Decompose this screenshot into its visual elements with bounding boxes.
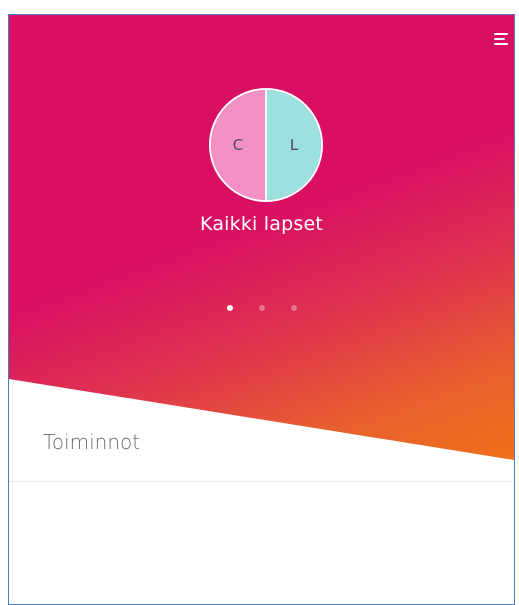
carousel-dot-1[interactable] (226, 305, 233, 311)
menu-line (494, 33, 508, 35)
menu-line (494, 43, 508, 45)
hamburger-menu-icon[interactable] (494, 33, 508, 45)
hero-banner (9, 15, 514, 460)
section-title: Toiminnot (43, 430, 141, 454)
carousel-dot-3[interactable] (290, 305, 297, 311)
divider (9, 481, 514, 482)
hero-title: Kaikki lapset (200, 213, 323, 235)
app-frame: C L Kaikki lapset Toiminnot (8, 14, 515, 605)
carousel-dots (9, 305, 514, 311)
children-avatar[interactable]: C L (209, 88, 323, 202)
carousel-dot-2[interactable] (258, 305, 265, 311)
menu-line (494, 38, 506, 40)
